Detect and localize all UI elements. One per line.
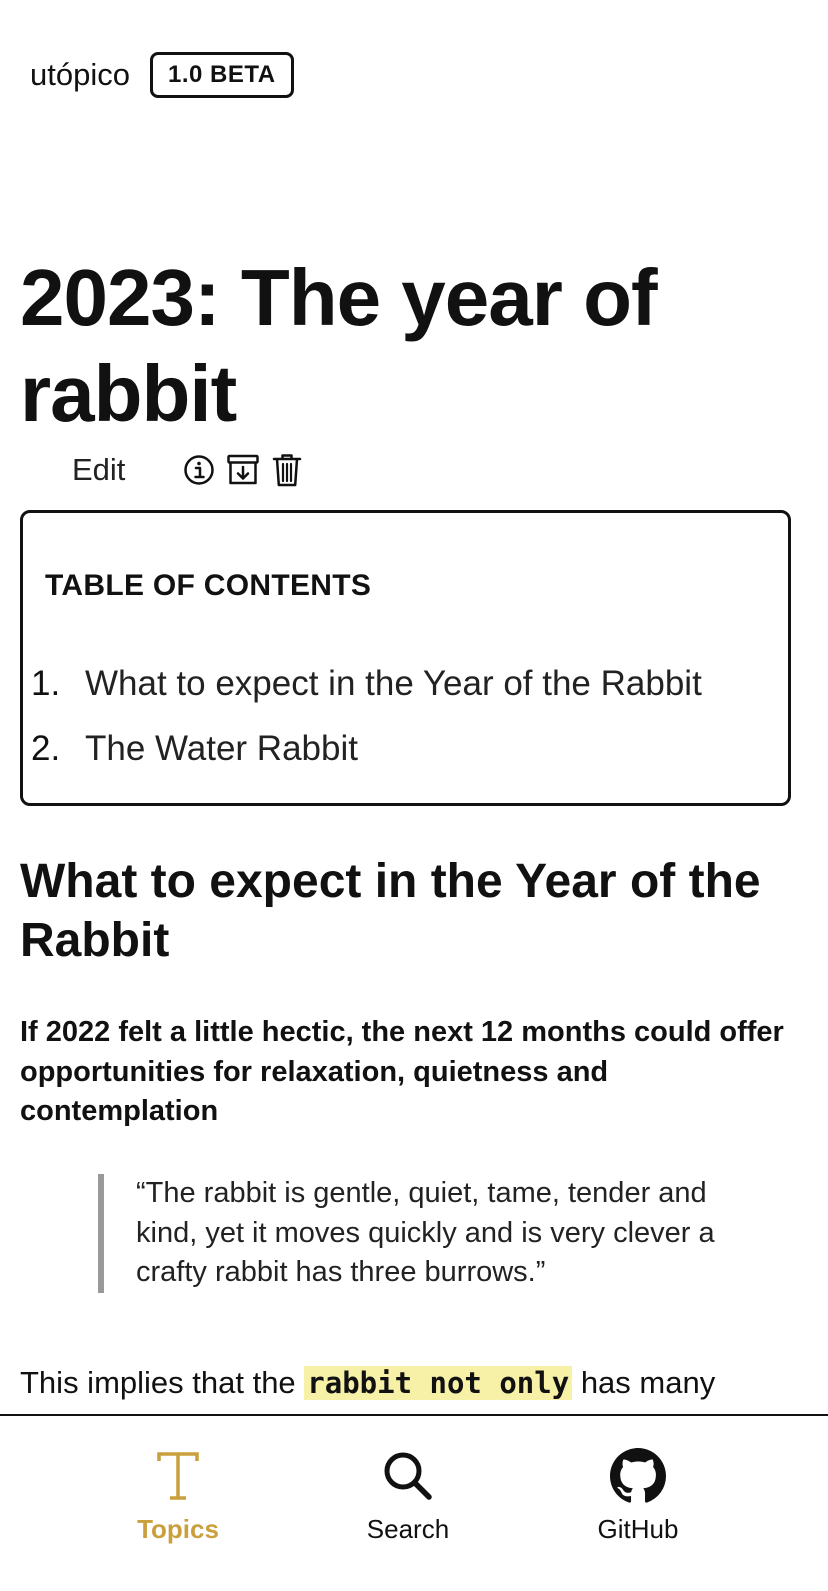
search-icon: [382, 1446, 434, 1506]
toc-item: 2. The Water Rabbit: [31, 728, 702, 793]
body-paragraph: This implies that the rabbit not only ha…: [20, 1363, 810, 1403]
toc-link-what-to-expect[interactable]: What to expect in the Year of the Rabbit: [85, 663, 702, 728]
page-title: 2023: The year of rabbit: [20, 253, 658, 438]
archive-download-icon[interactable]: [225, 450, 261, 490]
tab-search-label: Search: [366, 1514, 450, 1544]
topics-t-icon: [156, 1446, 200, 1506]
app-header: utópico 1.0 BETA: [30, 52, 294, 98]
tab-github-label: GitHub: [597, 1514, 679, 1544]
tab-topics[interactable]: Topics: [88, 1446, 268, 1545]
version-badge: 1.0 BETA: [149, 52, 294, 98]
article-actions: Edit: [72, 450, 305, 490]
toc-item-number: 1.: [31, 664, 61, 703]
inline-code-highlight: rabbit not only: [304, 1366, 573, 1400]
lead-paragraph: If 2022 felt a little hectic, the next 1…: [20, 1016, 784, 1127]
blockquote: “The rabbit is gentle, quiet, tame, tend…: [98, 1174, 736, 1293]
toc-list: 1. What to expect in the Year of the Rab…: [31, 663, 702, 793]
toc-item: 1. What to expect in the Year of the Rab…: [31, 663, 702, 728]
section-heading: What to expect in the Year of the Rabbit: [20, 855, 761, 967]
toc-heading: TABLE OF CONTENTS: [45, 569, 372, 602]
info-icon[interactable]: [181, 450, 217, 490]
toc-link-water-rabbit[interactable]: The Water Rabbit: [85, 728, 358, 793]
app-brand[interactable]: utópico: [30, 57, 130, 93]
table-of-contents: TABLE OF CONTENTS 1. What to expect in t…: [20, 510, 791, 806]
body-text-end: has many: [572, 1365, 716, 1400]
tab-github[interactable]: GitHub: [548, 1446, 728, 1545]
github-icon: [610, 1446, 666, 1506]
tab-search[interactable]: Search: [318, 1446, 498, 1545]
edit-link[interactable]: Edit: [72, 452, 125, 488]
tab-topics-label: Topics: [137, 1514, 219, 1544]
toc-item-number: 2.: [31, 729, 61, 768]
bottom-tab-bar: Topics Search GitHub: [0, 1414, 828, 1591]
body-text-start: This implies that the: [20, 1365, 305, 1400]
trash-icon[interactable]: [269, 450, 305, 490]
